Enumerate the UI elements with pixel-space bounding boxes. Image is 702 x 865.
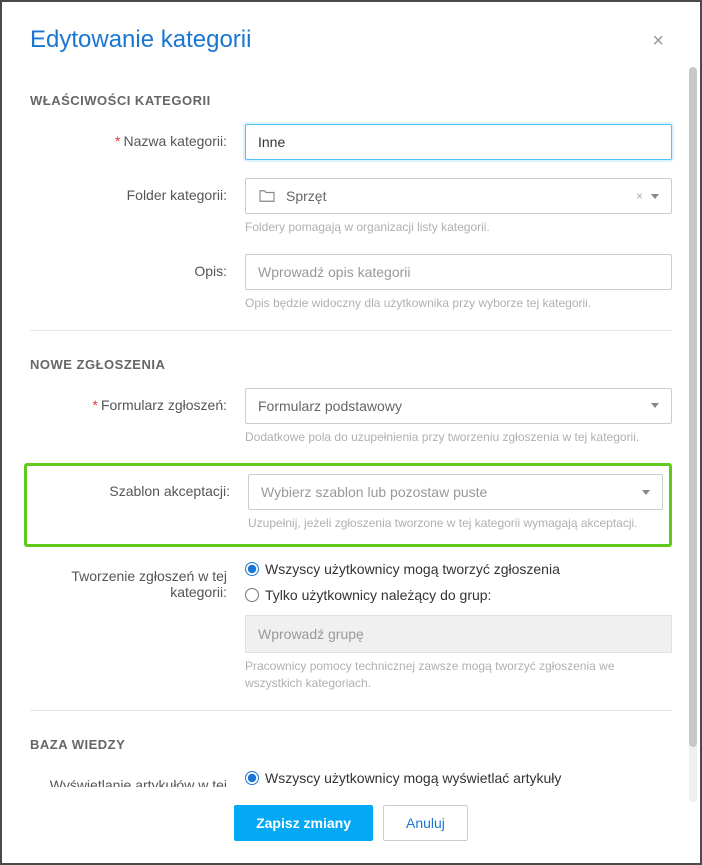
radio-input-groups-create[interactable] — [245, 588, 259, 602]
close-icon[interactable]: × — [644, 26, 672, 57]
name-input[interactable] — [245, 124, 672, 160]
radio-input-all-view[interactable] — [245, 771, 259, 785]
row-folder: Folder kategorii: Sprzęt × Foldery pomag… — [30, 178, 672, 250]
form-value: Formularz podstawowy — [258, 398, 402, 414]
row-view-articles: Wyświetlanie artykułów w tej kategorii: … — [30, 768, 672, 787]
template-help: Uzupełnij, jeżeli zgłoszenia tworzone w … — [248, 515, 663, 532]
scrollbar-thumb[interactable] — [689, 67, 697, 747]
create-group-input — [245, 615, 672, 653]
description-input[interactable] — [245, 254, 672, 290]
section-properties: WŁAŚCIWOŚCI KATEGORII — [30, 93, 672, 108]
chevron-down-icon[interactable] — [651, 403, 659, 408]
modal-header: Edytowanie kategorii × — [2, 2, 700, 67]
label-view-articles: Wyświetlanie artykułów w tej kategorii: — [30, 768, 245, 787]
chevron-down-icon[interactable] — [642, 490, 650, 495]
modal-body: WŁAŚCIWOŚCI KATEGORII *Nazwa kategorii: … — [2, 67, 700, 787]
folder-select[interactable]: Sprzęt × — [245, 178, 672, 214]
description-help: Opis będzie widoczny dla użytkownika prz… — [245, 295, 672, 312]
modal-title: Edytowanie kategorii — [30, 26, 251, 54]
label-folder: Folder kategorii: — [30, 178, 245, 203]
view-articles-radios: Wszyscy użytkownicy mogą wyświetlać arty… — [245, 770, 672, 787]
radio-groups-create[interactable]: Tylko użytkownicy należący do grup: — [245, 587, 672, 603]
divider — [30, 330, 672, 331]
folder-help: Foldery pomagają w organizacji listy kat… — [245, 219, 672, 236]
scrollbar[interactable] — [689, 67, 697, 802]
row-description: Opis: Opis będzie widoczny dla użytkowni… — [30, 254, 672, 326]
label-form: *Formularz zgłoszeń: — [30, 388, 245, 413]
modal-footer: Zapisz zmiany Anuluj — [2, 795, 700, 863]
radio-all-users-create[interactable]: Wszyscy użytkownicy mogą tworzyć zgłosze… — [245, 561, 672, 577]
section-new-tickets: NOWE ZGŁOSZENIA — [30, 357, 672, 372]
folder-icon — [258, 189, 276, 203]
template-select[interactable]: Wybierz szablon lub pozostaw puste — [248, 474, 663, 510]
row-template: Szablon akceptacji: Wybierz szablon lub … — [27, 474, 663, 534]
radio-input-all-create[interactable] — [245, 562, 259, 576]
label-template: Szablon akceptacji: — [27, 474, 248, 499]
create-tickets-help: Pracownicy pomocy technicznej zawsze mog… — [245, 658, 672, 692]
template-highlight: Szablon akceptacji: Wybierz szablon lub … — [24, 463, 672, 547]
row-create-tickets: Tworzenie zgłoszeń w tej kategorii: Wszy… — [30, 559, 672, 706]
form-select[interactable]: Formularz podstawowy — [245, 388, 672, 424]
section-knowledge-base: BAZA WIEDZY — [30, 737, 672, 752]
row-form: *Formularz zgłoszeń: Formularz podstawow… — [30, 388, 672, 460]
label-name: *Nazwa kategorii: — [30, 124, 245, 149]
label-create-tickets: Tworzenie zgłoszeń w tej kategorii: — [30, 559, 245, 600]
clear-icon[interactable]: × — [636, 189, 643, 203]
chevron-down-icon[interactable] — [651, 194, 659, 199]
save-button[interactable]: Zapisz zmiany — [234, 805, 373, 841]
folder-value: Sprzęt — [286, 188, 326, 204]
form-help: Dodatkowe pola do uzupełnienia przy twor… — [245, 429, 672, 446]
divider — [30, 710, 672, 711]
row-name: *Nazwa kategorii: — [30, 124, 672, 160]
label-description: Opis: — [30, 254, 245, 279]
create-tickets-radios: Wszyscy użytkownicy mogą tworzyć zgłosze… — [245, 561, 672, 653]
template-placeholder: Wybierz szablon lub pozostaw puste — [261, 484, 487, 500]
cancel-button[interactable]: Anuluj — [383, 805, 468, 841]
radio-all-users-view[interactable]: Wszyscy użytkownicy mogą wyświetlać arty… — [245, 770, 672, 786]
